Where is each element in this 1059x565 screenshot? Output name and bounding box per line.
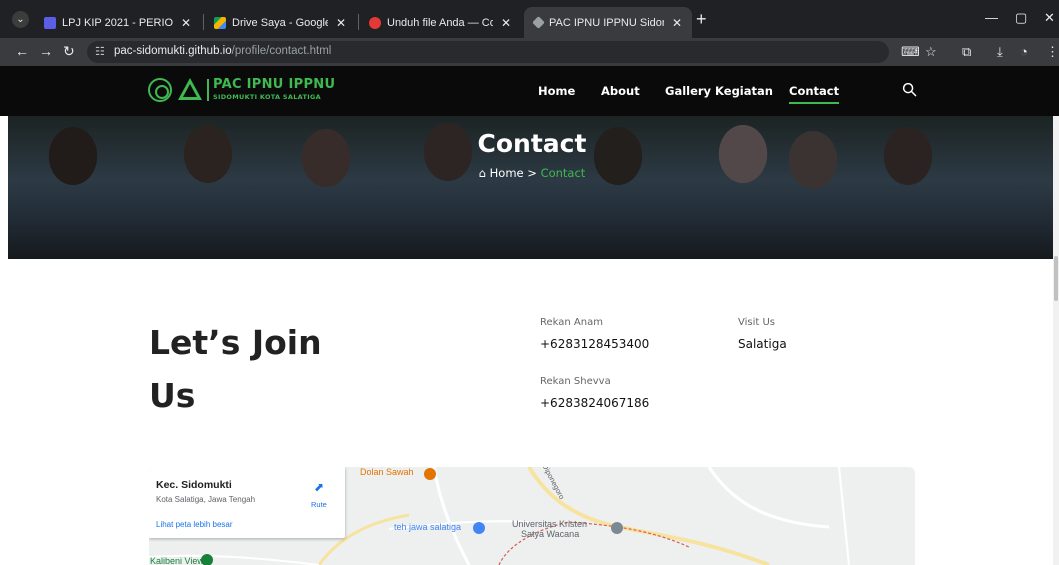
- minimize-icon[interactable]: —: [985, 10, 998, 25]
- contact-label-shevva: Rekan Shevva: [540, 376, 611, 387]
- site-settings-icon[interactable]: ☷: [95, 45, 105, 58]
- bookmark-star-icon[interactable]: ☆: [925, 44, 937, 60]
- brand-subtitle: SIDOMUKTI KOTA SALATIGA: [213, 93, 321, 101]
- shop-pin-icon[interactable]: [473, 522, 485, 534]
- back-arrow-icon[interactable]: ←: [15, 43, 29, 59]
- join-heading-line2: Us: [149, 376, 196, 415]
- join-heading: Let’s Join Us: [149, 316, 409, 422]
- browser-toolbar: ← → ↻ ☷ pac-sidomukti.github.io/profile/…: [0, 38, 1059, 66]
- site-navbar: PAC IPNU IPPNU SIDOMUKTI KOTA SALATIGA H…: [0, 66, 1059, 116]
- convertio-favicon-icon: [369, 16, 381, 29]
- reload-icon[interactable]: ↻: [63, 43, 75, 60]
- sheet-favicon-icon: [44, 16, 56, 29]
- restaurant-pin-icon[interactable]: [424, 468, 436, 480]
- nav-link-contact[interactable]: Contact: [789, 84, 840, 104]
- url-text: pac-sidomukti.github.io/profile/contact.…: [114, 45, 331, 57]
- download-icon[interactable]: ⤓: [997, 44, 1003, 60]
- directions-label[interactable]: Rute: [311, 500, 327, 509]
- breadcrumb-current: Contact: [540, 166, 586, 180]
- university-pin-icon[interactable]: [611, 522, 623, 534]
- breadcrumb-separator: >: [527, 166, 537, 180]
- tab-title: Unduh file Anda — Convertio: [387, 16, 493, 29]
- page-scrollbar-thumb[interactable]: [1054, 256, 1058, 301]
- park-pin-icon[interactable]: [201, 554, 213, 565]
- map-label-kalibening: Kalibeni View: [150, 556, 204, 565]
- contact-phone-shevva[interactable]: +6283824067186: [540, 396, 649, 410]
- map-label-teh-jawa: teh jawa salatiga: [394, 522, 462, 532]
- breadcrumb-home[interactable]: Home: [490, 166, 524, 180]
- restore-icon[interactable]: ▢: [1015, 10, 1027, 26]
- ipnu-logo-icon[interactable]: [148, 78, 172, 102]
- nav-link-home[interactable]: Home: [538, 84, 575, 98]
- extensions-puzzle-icon[interactable]: ⧉: [962, 44, 971, 60]
- visit-us-label: Visit Us: [738, 317, 776, 328]
- tab-title: PAC IPNU IPPNU Sidomukti: [549, 16, 664, 29]
- map-label-dolan-sawah: Dolan Sawah: [360, 467, 414, 477]
- embedded-map[interactable]: Kec. Sidomukti Kota Salatiga, Jawa Tenga…: [149, 467, 915, 565]
- close-tab-icon[interactable]: ✕: [181, 16, 191, 30]
- address-bar[interactable]: ☷ pac-sidomukti.github.io/profile/contac…: [87, 41, 889, 63]
- visit-us-location: Salatiga: [738, 337, 787, 351]
- map-info-card: Kec. Sidomukti Kota Salatiga, Jawa Tenga…: [149, 467, 345, 538]
- search-icon[interactable]: [902, 82, 917, 97]
- map-place-title: Kec. Sidomukti: [156, 479, 232, 491]
- browser-tab-bar: ⌄ LPJ KIP 2021 - PERIODE PELAPO ✕ Drive …: [0, 0, 1059, 38]
- tab-title: LPJ KIP 2021 - PERIODE PELAPO: [62, 16, 173, 29]
- hero-banner: Contact ⌂ Home > Contact: [8, 116, 1056, 259]
- drive-favicon-icon: [214, 16, 226, 29]
- close-window-icon[interactable]: ✕: [1044, 10, 1055, 26]
- nav-link-gallery[interactable]: Gallery Kegiatan: [665, 84, 773, 98]
- forward-arrow-icon[interactable]: →: [39, 43, 53, 59]
- browser-tab-1[interactable]: LPJ KIP 2021 - PERIODE PELAPO ✕: [34, 7, 201, 38]
- close-tab-icon[interactable]: ✕: [501, 16, 511, 30]
- map-place-subtitle: Kota Salatiga, Jawa Tengah: [156, 495, 256, 504]
- translate-icon[interactable]: ⌨: [901, 44, 920, 60]
- join-heading-line1: Let’s Join: [149, 323, 322, 362]
- kebab-menu-icon[interactable]: ⋮: [1046, 44, 1059, 60]
- url-path: /profile/contact.html: [231, 45, 332, 57]
- view-larger-map-link[interactable]: Lihat peta lebih besar: [156, 520, 233, 529]
- contact-label-anam: Rekan Anam: [540, 317, 603, 328]
- github-favicon-icon: [532, 16, 545, 29]
- close-tab-icon[interactable]: ✕: [336, 16, 346, 30]
- directions-icon[interactable]: ⬈: [314, 480, 324, 494]
- browser-tab-4-active[interactable]: PAC IPNU IPPNU Sidomukti ✕: [524, 7, 692, 38]
- breadcrumb: ⌂ Home > Contact: [8, 166, 1056, 180]
- tab-title: Drive Saya - Google Drive: [232, 16, 328, 29]
- page-title: Contact: [477, 129, 587, 158]
- map-label-uksw-line2: Satya Wacana: [521, 529, 580, 539]
- brand-title[interactable]: PAC IPNU IPPNU: [213, 77, 335, 92]
- new-tab-plus-icon[interactable]: +: [696, 9, 707, 30]
- nav-link-about[interactable]: About: [601, 84, 640, 98]
- page-scrollbar-track[interactable]: [1053, 116, 1059, 565]
- profile-avatar-icon[interactable]: ◔: [1020, 44, 1028, 59]
- brand-divider: [207, 79, 209, 101]
- contact-phone-anam[interactable]: +6283128453400: [540, 337, 649, 351]
- tab-search-icon[interactable]: ⌄: [12, 11, 29, 28]
- url-host: pac-sidomukti.github.io: [114, 45, 232, 57]
- home-icon[interactable]: ⌂: [479, 166, 486, 180]
- browser-tab-2[interactable]: Drive Saya - Google Drive ✕: [204, 7, 356, 38]
- ippnu-logo-icon[interactable]: [178, 78, 202, 100]
- close-tab-icon[interactable]: ✕: [672, 16, 682, 30]
- browser-tab-3[interactable]: Unduh file Anda — Convertio ✕: [359, 7, 521, 38]
- map-label-uksw-line1: Universitas Kristen: [512, 519, 588, 529]
